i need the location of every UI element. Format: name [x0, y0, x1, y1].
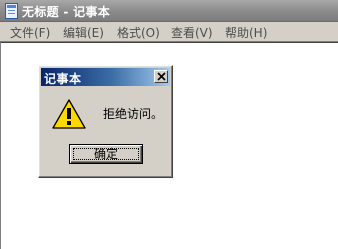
dialog-message: 拒绝访问。: [103, 107, 164, 121]
access-denied-dialog: 记事本 拒绝访问。 确定: [38, 65, 173, 178]
dialog-title: 记事本: [44, 72, 82, 86]
menu-file[interactable]: 文件(F): [10, 24, 50, 41]
menu-edit[interactable]: 编辑(E): [63, 24, 104, 41]
notepad-icon: [5, 3, 18, 19]
main-title-bar[interactable]: 无标题 - 记事本: [0, 0, 338, 22]
dialog-close-button[interactable]: [154, 70, 168, 83]
menu-view[interactable]: 查看(V): [171, 24, 213, 41]
menu-bar: 文件(F) 编辑(E) 格式(O) 查看(V) 帮助(H): [0, 22, 338, 42]
close-icon: [157, 72, 166, 81]
dialog-title-bar[interactable]: 记事本: [41, 68, 170, 86]
ok-button[interactable]: 确定: [69, 144, 143, 164]
window-title: 无标题 - 记事本: [22, 5, 111, 19]
ok-button-label: 确定: [93, 147, 118, 161]
warning-icon: [52, 99, 86, 129]
menu-help[interactable]: 帮助(H): [225, 24, 267, 41]
menu-format[interactable]: 格式(O): [117, 24, 160, 41]
